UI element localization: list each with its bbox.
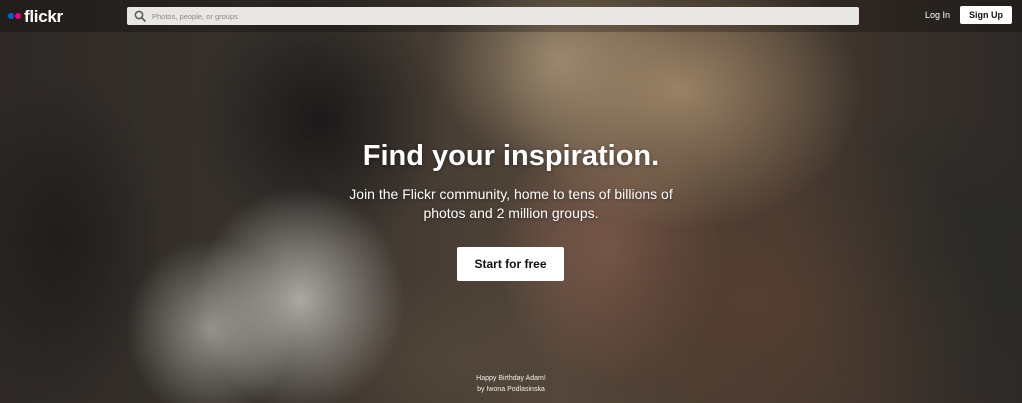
photo-credit: Happy Birthday Adam! by Iwona Podlasinsk… [0, 373, 1022, 395]
logo-dot-blue [8, 13, 14, 19]
login-link[interactable]: Log In [925, 10, 950, 20]
flickr-logo[interactable]: flickr [8, 8, 63, 25]
photo-credit-author-link[interactable]: by Iwona Podlasinska [0, 384, 1022, 395]
hero-subtitle: Join the Flickr community, home to tens … [349, 186, 673, 221]
signup-button[interactable]: Sign Up [960, 6, 1012, 24]
logo-dots-icon [8, 13, 21, 19]
top-nav-bar: flickr Log In Sign Up [0, 0, 1022, 32]
logo-text: flickr [24, 6, 63, 26]
start-for-free-button[interactable]: Start for free [457, 247, 564, 281]
hero-title: Find your inspiration. [362, 140, 660, 172]
search-bar[interactable] [127, 7, 859, 25]
search-icon[interactable] [134, 10, 146, 22]
logo-dot-pink [15, 13, 21, 19]
search-input[interactable] [152, 8, 842, 24]
photo-credit-title-link[interactable]: Happy Birthday Adam! [0, 373, 1022, 384]
